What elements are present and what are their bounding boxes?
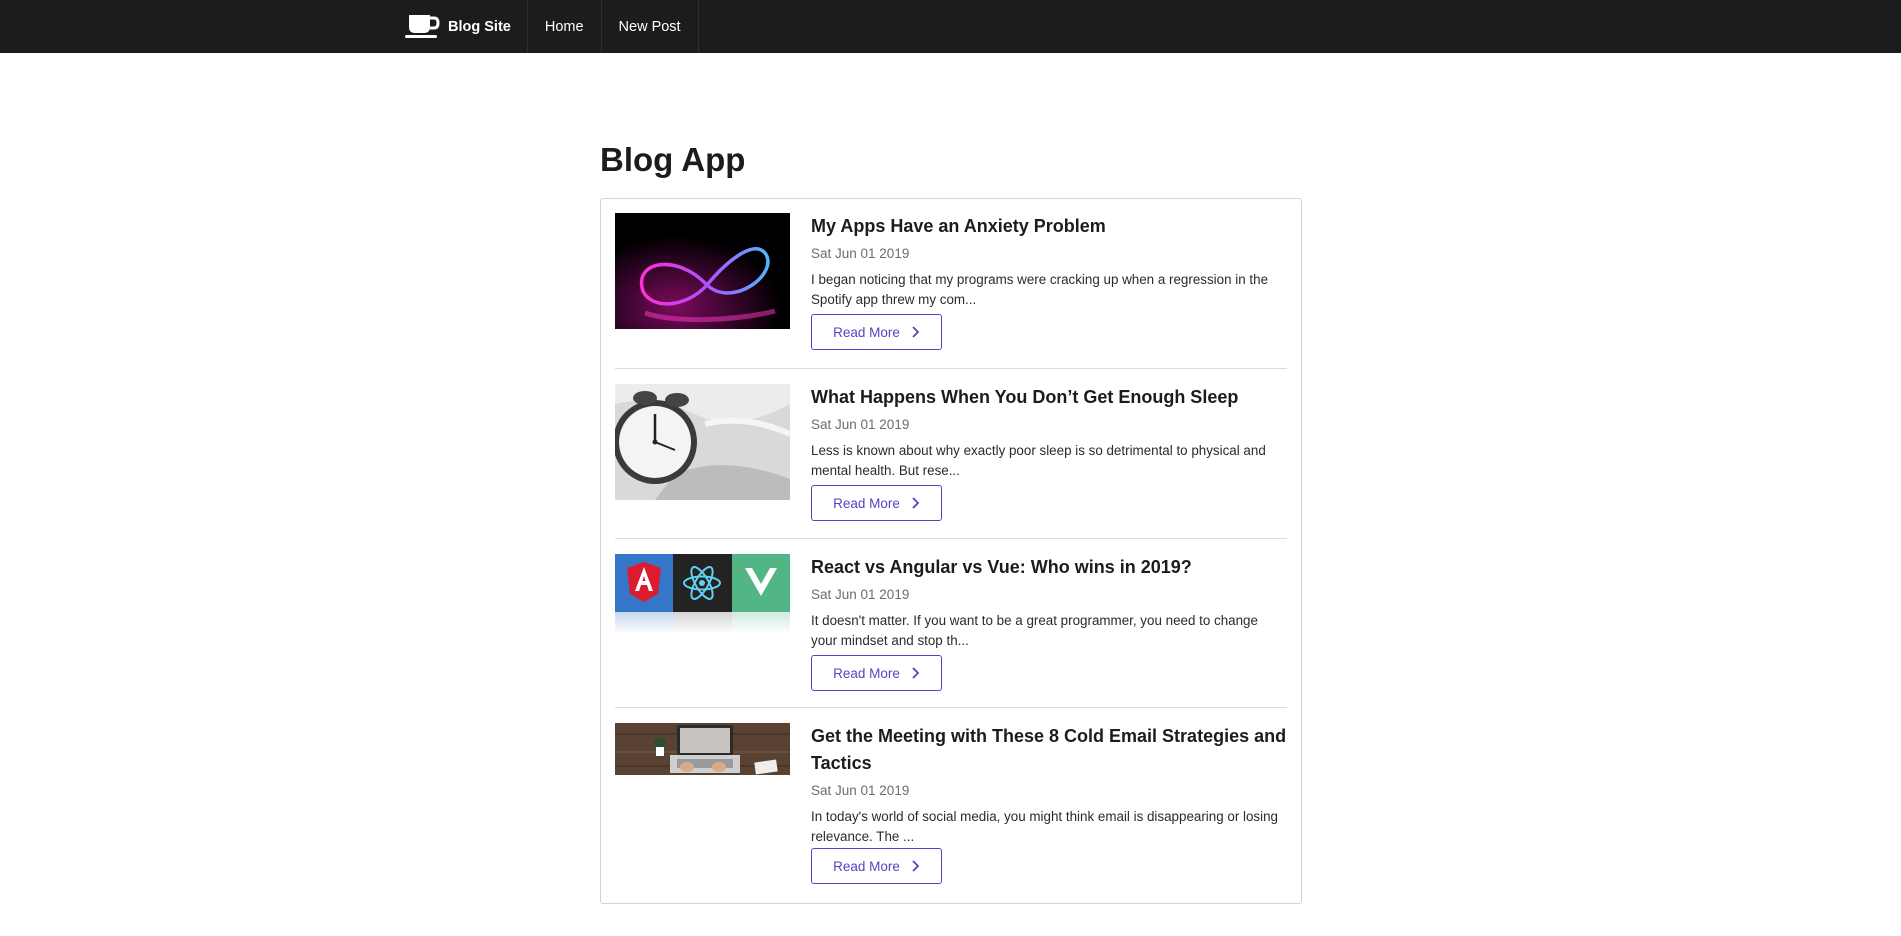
read-more-label: Read More <box>833 665 900 681</box>
post-content: Get the Meeting with These 8 Cold Email … <box>811 723 1287 846</box>
post-content: React vs Angular vs Vue: Who wins in 201… <box>811 554 1287 650</box>
post-excerpt: In today's world of social media, you mi… <box>811 809 1278 844</box>
post-title[interactable]: What Happens When You Don’t Get Enough S… <box>811 384 1287 411</box>
post-list: My Apps Have an Anxiety Problem Sat Jun … <box>600 198 1302 904</box>
read-more-label: Read More <box>833 324 900 340</box>
post-content: My Apps Have an Anxiety Problem Sat Jun … <box>811 213 1287 309</box>
nav-link-new-post[interactable]: New Post <box>602 0 699 53</box>
read-more-label: Read More <box>833 858 900 874</box>
read-more-button[interactable]: Read More <box>811 485 942 521</box>
post-date: Sat Jun 01 2019 <box>811 587 910 602</box>
post-thumbnail[interactable] <box>615 554 790 634</box>
nav-link-home[interactable]: Home <box>528 0 602 53</box>
read-more-button[interactable]: Read More <box>811 655 942 691</box>
post-excerpt: I began noticing that my programs were c… <box>811 272 1269 307</box>
chevron-right-icon <box>912 497 920 509</box>
post-thumbnail[interactable] <box>615 384 790 500</box>
read-more-button[interactable]: Read More <box>811 314 942 350</box>
post-title[interactable]: Get the Meeting with These 8 Cold Email … <box>811 723 1287 777</box>
post-thumbnail[interactable] <box>615 723 790 775</box>
post-date: Sat Jun 01 2019 <box>811 783 910 798</box>
post-content: What Happens When You Don’t Get Enough S… <box>811 384 1287 480</box>
chevron-right-icon <box>912 860 920 872</box>
nav-menu: Blog Site Home New Post <box>390 0 699 53</box>
post-excerpt: It doesn't matter. If you want to be a g… <box>811 613 1258 648</box>
brand-link[interactable]: Blog Site <box>390 0 528 53</box>
read-more-button[interactable]: Read More <box>811 848 942 884</box>
read-more-label: Read More <box>833 495 900 511</box>
top-navbar: Blog Site Home New Post <box>0 0 1901 53</box>
coffee-cup-icon <box>404 13 440 41</box>
post-title[interactable]: React vs Angular vs Vue: Who wins in 201… <box>811 554 1287 581</box>
post-item: Get the Meeting with These 8 Cold Email … <box>615 707 1287 891</box>
post-item: My Apps Have an Anxiety Problem Sat Jun … <box>615 213 1287 369</box>
post-date: Sat Jun 01 2019 <box>811 246 910 261</box>
post-date: Sat Jun 01 2019 <box>811 417 910 432</box>
page-title: Blog App <box>600 141 746 178</box>
brand-label: Blog Site <box>448 18 511 35</box>
post-title[interactable]: My Apps Have an Anxiety Problem <box>811 213 1287 240</box>
post-excerpt: Less is known about why exactly poor sle… <box>811 443 1266 478</box>
chevron-right-icon <box>912 667 920 679</box>
post-item: React vs Angular vs Vue: Who wins in 201… <box>615 538 1287 709</box>
chevron-right-icon <box>912 326 920 338</box>
post-item: What Happens When You Don’t Get Enough S… <box>615 368 1287 539</box>
post-thumbnail[interactable] <box>615 213 790 329</box>
